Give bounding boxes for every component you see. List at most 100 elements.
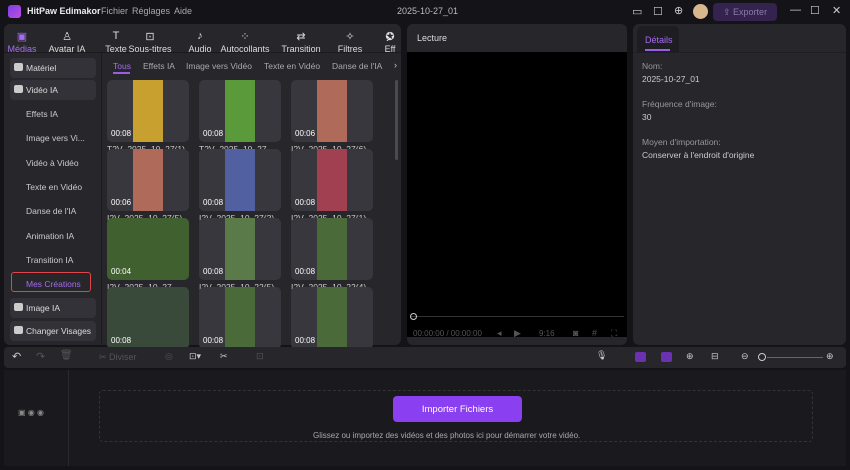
zoom-out-icon[interactable]: ⊖	[741, 351, 749, 362]
sidebar-section[interactable]: Changer Visages	[10, 321, 96, 341]
link-icon[interactable]	[661, 352, 672, 362]
menu-reglages[interactable]: Réglages	[132, 6, 170, 16]
tool-transition[interactable]: ⇄ Transition	[277, 30, 325, 54]
media-thumbnail[interactable]: 00:08	[199, 287, 281, 349]
tool-label: Sous-titres	[128, 44, 172, 54]
magnet-snap-icon[interactable]	[635, 352, 646, 362]
media-thumbnail[interactable]: 00:08	[291, 218, 373, 280]
play-icon[interactable]: ▶	[514, 328, 521, 339]
thumbnail-image	[317, 149, 347, 211]
text-tool-icon[interactable]: ⊡▾	[189, 351, 201, 362]
menu-aide[interactable]: Aide	[174, 6, 192, 16]
duration-badge: 00:06	[295, 129, 316, 138]
tab-details[interactable]: Détails	[637, 26, 679, 52]
folder-icon	[14, 303, 23, 311]
media-thumbnail[interactable]: 00:08	[199, 218, 281, 280]
avatar[interactable]	[693, 4, 708, 19]
tool-autocollants[interactable]: ⁘ Autocollants	[215, 30, 275, 54]
crop-icon[interactable]: #	[592, 328, 597, 338]
feedback-icon[interactable]: ☐	[653, 5, 663, 18]
tab-underline	[113, 72, 130, 74]
export-clip-icon[interactable]: ⊡	[256, 351, 264, 362]
sidebar-section[interactable]: Matériel	[10, 58, 96, 78]
fullscreen-icon[interactable]: ⛶	[611, 328, 617, 339]
scrollbar[interactable]	[395, 80, 398, 160]
sidebar-section[interactable]: Vidéo IA	[10, 80, 96, 100]
sidebar-item[interactable]: Animation IA	[26, 231, 74, 241]
delete-icon[interactable]: 🗑	[60, 350, 73, 361]
track-controls-icon[interactable]: ▣ ◉ ◉	[18, 408, 44, 417]
tab-4[interactable]: Danse de l'IA	[332, 61, 382, 71]
media-thumbnail[interactable]: 00:08	[291, 287, 373, 349]
tool-m-dias[interactable]: ▣ Médias	[2, 30, 42, 54]
media-thumbnail[interactable]: 00:08	[107, 80, 189, 142]
divider	[68, 370, 69, 466]
sidebar-section[interactable]: Image IA	[10, 298, 96, 318]
zoom-slider[interactable]	[767, 357, 823, 358]
detail-value: Conserver à l'endroit d'origine	[642, 150, 755, 160]
duration-badge: 00:08	[295, 198, 316, 207]
tab-2[interactable]: Image vers Vidéo	[186, 61, 252, 71]
tab-3[interactable]: Texte en Vidéo	[264, 61, 320, 71]
cut-silence-icon[interactable]: ✂	[220, 351, 228, 362]
tool-label: Autocollants	[220, 44, 270, 54]
tabs-next-icon[interactable]: ›	[394, 60, 397, 70]
media-thumbnail[interactable]: 00:06	[107, 149, 189, 211]
sidebar-item[interactable]: Danse de l'IA	[26, 206, 76, 216]
maximize-icon[interactable]: ☐	[810, 4, 820, 17]
media-thumbnail[interactable]: 00:08	[199, 80, 281, 142]
undo-icon[interactable]: ↶	[12, 350, 21, 363]
zoom-in-icon[interactable]: ⊕	[826, 351, 834, 362]
divider	[633, 52, 846, 53]
tool-label: Médias	[7, 44, 37, 54]
divider	[101, 52, 102, 345]
media-thumbnail[interactable]: 00:08	[291, 149, 373, 211]
tool-sous-titres[interactable]: ⊡ Sous-titres	[126, 30, 174, 54]
freeze-icon[interactable]: ◎	[165, 351, 173, 362]
media-thumbnail[interactable]: 00:06	[291, 80, 373, 142]
minimize-icon[interactable]: —	[790, 4, 801, 16]
sidebar-item[interactable]: Vidéo à Vidéo	[26, 158, 79, 168]
sidebar-label: Vidéo IA	[26, 85, 58, 95]
chevron-right-icon[interactable]: ›	[386, 30, 390, 45]
layout-icon[interactable]: ▭	[632, 5, 642, 18]
aspect-ratio-select[interactable]: 9:16	[539, 329, 555, 338]
zoom-slider-handle[interactable]	[758, 353, 766, 361]
tab-0[interactable]: Tous	[113, 61, 131, 71]
split-track-icon[interactable]: ⊕	[686, 351, 694, 362]
volume-icon[interactable]: ◂	[497, 328, 502, 339]
media-thumbnail[interactable]: 00:08	[107, 287, 189, 349]
sidebar-item[interactable]: Transition IA	[26, 255, 73, 265]
duration-badge: 00:08	[203, 267, 224, 276]
export-button[interactable]: ⇪ Exporter	[713, 3, 777, 21]
menu-fichier[interactable]: Fichier	[101, 6, 128, 16]
playhead-handle[interactable]	[410, 313, 417, 320]
time-display: 00:00:00 / 00:00:00	[413, 329, 482, 338]
sidebar-item[interactable]: Texte en Vidéo	[26, 182, 82, 192]
sidebar-item[interactable]: Image vers Vi...	[26, 133, 85, 143]
download-icon[interactable]: ⊕	[674, 4, 683, 17]
snapshot-icon[interactable]: ◙	[573, 328, 578, 338]
redo-icon[interactable]: ↷	[36, 350, 45, 363]
subtitles-icon: ⊡	[145, 31, 155, 43]
split-button[interactable]: ✂ Diviser	[99, 352, 137, 363]
folder-icon	[14, 63, 23, 71]
sidebar-item[interactable]: Effets IA	[26, 109, 58, 119]
media-thumbnail[interactable]: 00:08	[199, 149, 281, 211]
microphone-icon[interactable]: 🎙	[596, 350, 607, 361]
fit-icon[interactable]: ⊟	[711, 351, 719, 362]
tab-underline	[645, 49, 670, 51]
progress-bar[interactable]	[410, 316, 624, 317]
details-panel: Détails Nom: 2025-10-27_01 Fréquence d'ima…	[633, 24, 846, 345]
tool-label: Avatar IA	[48, 44, 86, 54]
sidebar-label: Image IA	[26, 303, 61, 313]
import-files-button[interactable]: Importer Fichiers	[393, 396, 522, 422]
tab-1[interactable]: Effets IA	[143, 61, 175, 71]
tool-avatar-ia[interactable]: ♙ Avatar IA	[43, 30, 91, 54]
tool-label: Texte	[105, 44, 127, 54]
thumbnail-image	[133, 80, 163, 142]
media-thumbnail[interactable]: 00:04	[107, 218, 189, 280]
media-icon: ▣	[16, 31, 28, 43]
close-icon[interactable]: ✕	[832, 4, 841, 17]
duration-badge: 00:04	[111, 267, 132, 276]
